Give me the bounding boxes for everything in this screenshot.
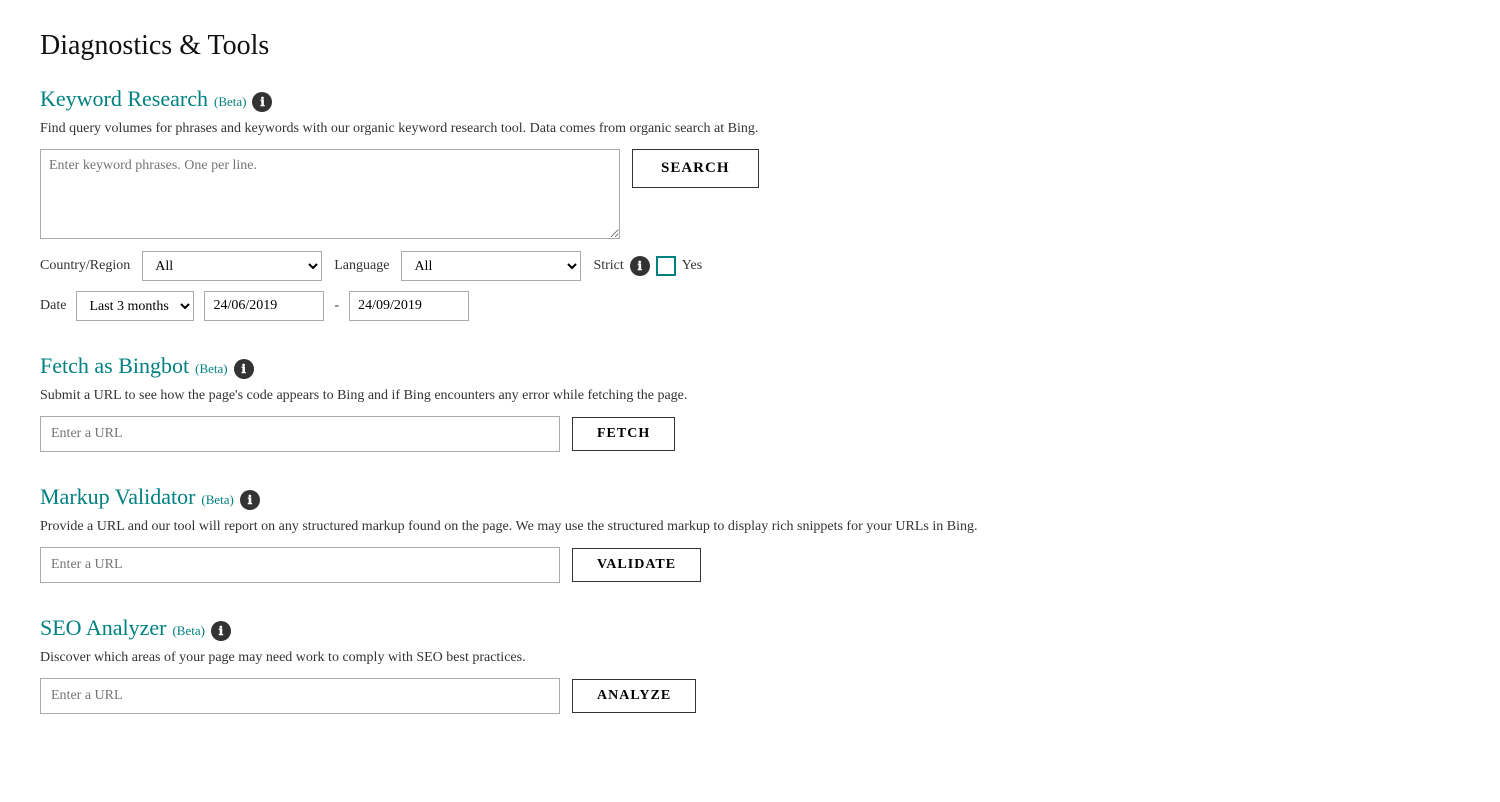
markup-validator-heading: Markup Validator (Beta) ℹ (40, 484, 1460, 510)
country-region-select[interactable]: All (142, 251, 322, 281)
fetch-as-bingbot-info-icon[interactable]: ℹ (234, 359, 254, 379)
language-select[interactable]: All (401, 251, 581, 281)
fetch-as-bingbot-section: Fetch as Bingbot (Beta) ℹ Submit a URL t… (40, 353, 1460, 452)
keyword-input[interactable] (40, 149, 620, 239)
strict-group: Strict ℹ Yes (593, 256, 702, 276)
seo-analyzer-title: SEO Analyzer (40, 615, 166, 641)
language-label: Language (334, 258, 389, 274)
fetch-url-input[interactable] (40, 416, 560, 452)
keyword-research-title: Keyword Research (40, 86, 208, 112)
analyze-url-input[interactable] (40, 678, 560, 714)
seo-analyzer-section: SEO Analyzer (Beta) ℹ Discover which are… (40, 615, 1460, 714)
seo-analyzer-info-icon[interactable]: ℹ (211, 621, 231, 641)
strict-label: Strict (593, 258, 623, 274)
analyze-url-row: ANALYZE (40, 678, 1460, 714)
fetch-as-bingbot-description: Submit a URL to see how the page's code … (40, 385, 1460, 406)
keyword-filters-row: Country/Region All Language All Strict ℹ… (40, 251, 1460, 281)
strict-yes-label: Yes (682, 258, 702, 274)
fetch-button[interactable]: FETCH (572, 417, 675, 451)
strict-info-icon[interactable]: ℹ (630, 256, 650, 276)
date-range-select[interactable]: Last 3 months (76, 291, 194, 321)
keyword-research-input-area: SEARCH (40, 149, 1460, 239)
fetch-as-bingbot-heading: Fetch as Bingbot (Beta) ℹ (40, 353, 1460, 379)
markup-validator-section: Markup Validator (Beta) ℹ Provide a URL … (40, 484, 1460, 583)
date-label: Date (40, 298, 66, 314)
date-separator: - (334, 298, 339, 314)
seo-analyzer-description: Discover which areas of your page may ne… (40, 647, 1460, 668)
keyword-research-info-icon[interactable]: ℹ (252, 92, 272, 112)
markup-validator-title: Markup Validator (40, 484, 195, 510)
seo-analyzer-beta: (Beta) (172, 623, 204, 639)
keyword-research-beta: (Beta) (214, 94, 246, 110)
date-row: Date Last 3 months - (40, 291, 1460, 321)
keyword-research-heading: Keyword Research (Beta) ℹ (40, 86, 1460, 112)
validate-url-row: VALIDATE (40, 547, 1460, 583)
markup-validator-description: Provide a URL and our tool will report o… (40, 516, 1460, 537)
fetch-as-bingbot-beta: (Beta) (195, 361, 227, 377)
page-title: Diagnostics & Tools (40, 30, 1460, 62)
keyword-research-description: Find query volumes for phrases and keywo… (40, 118, 1460, 139)
analyze-button[interactable]: ANALYZE (572, 679, 696, 713)
validate-button[interactable]: VALIDATE (572, 548, 701, 582)
markup-validator-beta: (Beta) (201, 492, 233, 508)
keyword-search-button[interactable]: SEARCH (632, 149, 759, 188)
date-from-input[interactable] (204, 291, 324, 321)
keyword-research-section: Keyword Research (Beta) ℹ Find query vol… (40, 86, 1460, 321)
validate-url-input[interactable] (40, 547, 560, 583)
date-to-input[interactable] (349, 291, 469, 321)
fetch-url-row: FETCH (40, 416, 1460, 452)
fetch-as-bingbot-title: Fetch as Bingbot (40, 353, 189, 379)
strict-checkbox[interactable] (656, 256, 676, 276)
markup-validator-info-icon[interactable]: ℹ (240, 490, 260, 510)
country-region-label: Country/Region (40, 258, 130, 274)
seo-analyzer-heading: SEO Analyzer (Beta) ℹ (40, 615, 1460, 641)
